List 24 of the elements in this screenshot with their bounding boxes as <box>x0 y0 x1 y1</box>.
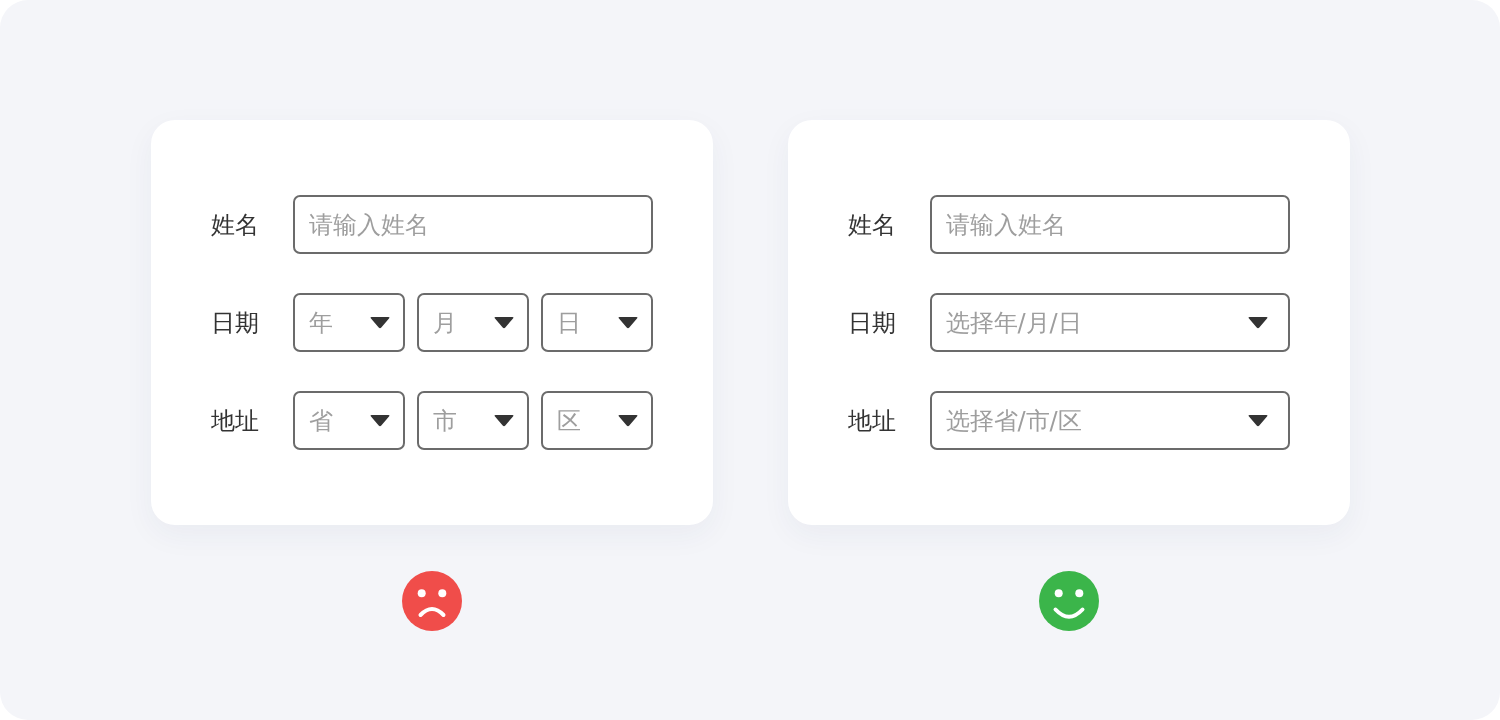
caret-icon <box>617 414 638 427</box>
dropdown[interactable]: 省 <box>292 391 405 450</box>
caret-icon <box>369 414 390 427</box>
caret-icon <box>369 316 390 329</box>
dropdown[interactable]: 日 <box>540 293 653 352</box>
dropdown[interactable]: 市 <box>416 391 529 450</box>
dropdown[interactable]: 选择年/月/日 <box>929 293 1290 352</box>
text-input[interactable]: 请输入姓名 <box>929 195 1290 254</box>
text-input[interactable]: 请输入姓名 <box>292 195 653 254</box>
field-label: 日期 <box>847 307 897 338</box>
dropdown[interactable]: 区 <box>540 391 653 450</box>
field-label: 地址 <box>210 405 260 436</box>
caret-icon <box>617 316 638 329</box>
caret-icon <box>493 316 514 329</box>
field-label: 地址 <box>847 405 897 436</box>
field-label: 姓名 <box>210 209 260 240</box>
field-label: 姓名 <box>847 209 897 240</box>
dropdown[interactable]: 月 <box>416 293 529 352</box>
caret-icon <box>1247 414 1268 427</box>
caret-icon <box>493 414 514 427</box>
dropdown[interactable]: 年 <box>292 293 405 352</box>
dropdown[interactable]: 选择省/市/区 <box>929 391 1290 450</box>
field-label: 日期 <box>210 307 260 338</box>
caret-icon <box>1247 316 1268 329</box>
